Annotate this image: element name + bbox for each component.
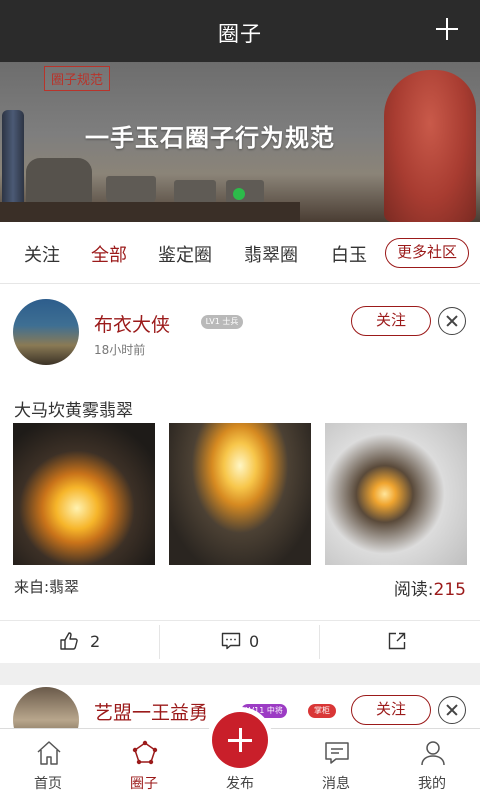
tab-all[interactable]: 全部 (91, 241, 127, 267)
nav-profile[interactable]: 我的 (384, 729, 480, 800)
nav-label: 发布 (226, 776, 254, 792)
follow-button[interactable]: 关注 (351, 306, 431, 336)
post-time: 18小时前 (94, 343, 146, 357)
nav-messages[interactable]: 消息 (288, 729, 384, 800)
page-title: 圈子 (218, 22, 262, 46)
tab-white-jade[interactable]: 白玉 (331, 241, 367, 267)
post-separator (0, 663, 480, 685)
post-source[interactable]: 来自:翡翠 (14, 576, 79, 597)
plus-icon[interactable] (430, 12, 464, 46)
profile-icon (421, 741, 445, 766)
read-count: 阅读:215 (394, 575, 466, 600)
post-title[interactable]: 大马坎黄雾翡翠 (14, 396, 133, 421)
role-badge: 掌柜 (308, 704, 336, 718)
top-bar: 圈子 (0, 0, 480, 62)
comment-icon (221, 632, 241, 650)
nav-circle[interactable]: 圈子 (96, 729, 192, 800)
comment-count: 0 (249, 632, 260, 651)
post-card[interactable]: 布衣大侠 LV1 士兵 18小时前 关注 大马坎黄雾翡翠 来自:翡翠 阅读:21… (0, 285, 480, 663)
nav-label: 我的 (418, 776, 446, 792)
avatar[interactable] (13, 299, 79, 365)
nav-home[interactable]: 首页 (0, 729, 96, 800)
circle-icon (132, 740, 158, 765)
community-tabs: 关注 全部 鉴定圈 翡翠圈 白玉 更多社区 (0, 222, 480, 284)
read-count-label: 阅读: (393, 580, 434, 600)
follow-button[interactable]: 关注 (351, 695, 431, 725)
home-icon (37, 741, 61, 765)
level-badge: LV1 士兵 (201, 315, 243, 329)
publish-button[interactable] (212, 712, 268, 768)
avatar[interactable] (13, 687, 79, 728)
more-communities-button[interactable]: 更多社区 (385, 238, 469, 268)
tab-appraisal[interactable]: 鉴定圈 (158, 241, 212, 267)
shelf (0, 202, 300, 222)
tab-jadeite[interactable]: 翡翠圈 (244, 241, 298, 267)
like-button[interactable]: 2 (0, 621, 160, 663)
green-dot (233, 188, 245, 200)
post-photo[interactable] (169, 423, 311, 565)
like-count: 2 (90, 632, 101, 651)
username[interactable]: 布衣大侠 (94, 310, 170, 337)
nav-label: 消息 (322, 776, 350, 792)
username[interactable]: 艺盟一王益勇 (94, 698, 208, 725)
nav-label: 首页 (34, 776, 62, 792)
share-icon (388, 632, 406, 650)
close-icon[interactable] (438, 307, 466, 335)
banner[interactable]: 圈子规范 一手玉石圈子行为规范 (0, 62, 480, 222)
thumbs-up-icon (60, 632, 78, 650)
read-count-value: 215 (433, 580, 466, 600)
close-icon[interactable] (438, 696, 466, 724)
banner-headline: 一手玉石圈子行为规范 (85, 124, 335, 152)
message-icon (325, 742, 349, 764)
post-actions: 2 0 (0, 620, 480, 662)
banner-stamp: 圈子规范 (44, 66, 111, 91)
post-photo[interactable] (13, 423, 155, 565)
teapot-image (26, 158, 92, 208)
tab-follow[interactable]: 关注 (24, 241, 60, 267)
post-photo[interactable] (325, 423, 467, 565)
nav-label: 圈子 (130, 776, 158, 792)
share-button[interactable] (320, 621, 480, 663)
comment-button[interactable]: 0 (160, 621, 320, 663)
